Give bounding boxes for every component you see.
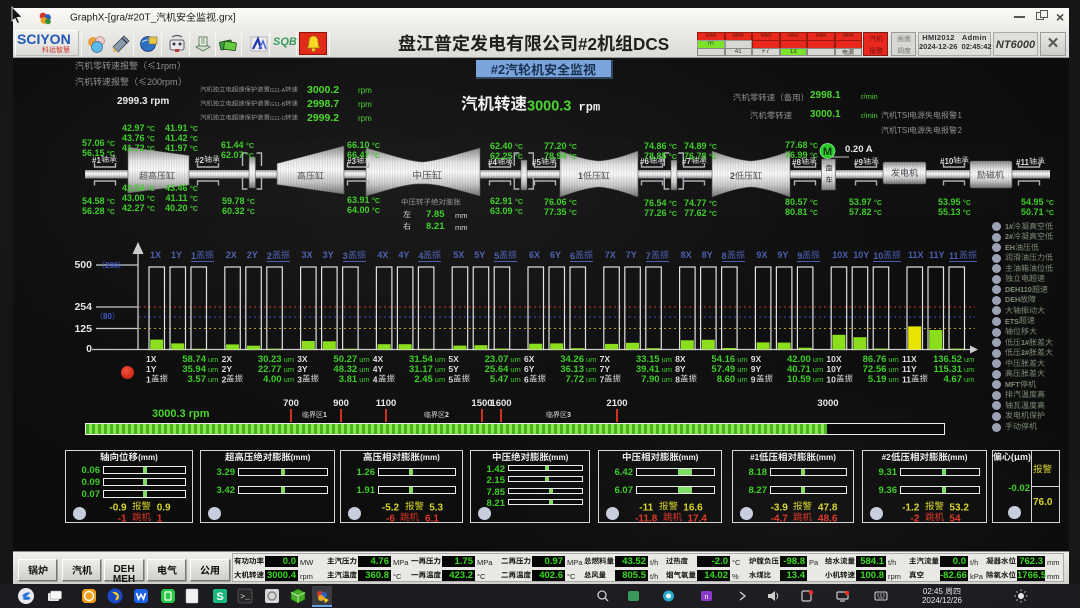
- svg-text:n: n: [705, 594, 709, 601]
- svg-text:>_: >_: [240, 593, 250, 602]
- svg-text:S: S: [216, 591, 223, 603]
